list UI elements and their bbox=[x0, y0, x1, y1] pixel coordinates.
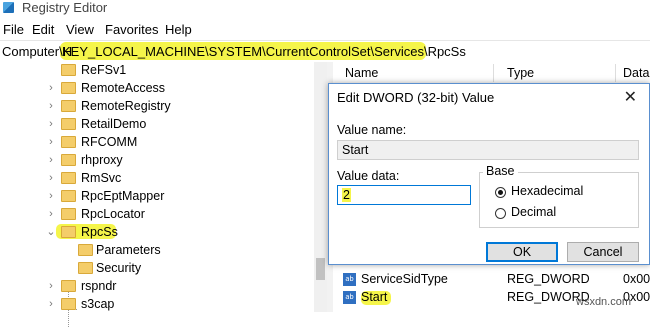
chevron-right-icon[interactable]: › bbox=[45, 280, 57, 292]
address-path: KEY_LOCAL_MACHINE\SYSTEM\CurrentControlS… bbox=[62, 44, 466, 59]
tree-item-label: RemoteRegistry bbox=[81, 99, 171, 113]
folder-icon bbox=[61, 118, 76, 130]
window-title: Registry Editor bbox=[22, 0, 108, 15]
tree-item-label: ReFSv1 bbox=[81, 63, 127, 77]
tree-item-rpcss[interactable]: ⌄ RpcSs bbox=[0, 224, 300, 242]
tree-item-label: rhproxy bbox=[81, 153, 123, 167]
list-item-servicesidtype[interactable]: ab ServiceSidType REG_DWORD 0x00 bbox=[333, 271, 650, 289]
tree-item-label: RetailDemo bbox=[81, 117, 147, 131]
value-type: REG_DWORD bbox=[507, 272, 590, 286]
menu-help[interactable]: Help bbox=[165, 22, 192, 37]
tree-item-label: RmSvc bbox=[81, 171, 122, 185]
tree-item-rhproxy[interactable]: › rhproxy bbox=[0, 152, 300, 170]
chevron-right-icon[interactable]: › bbox=[45, 136, 57, 148]
folder-icon bbox=[61, 136, 76, 148]
menu-favorites[interactable]: Favorites bbox=[105, 22, 158, 37]
registry-app-icon bbox=[3, 2, 14, 13]
column-divider[interactable] bbox=[615, 64, 616, 82]
tree-item-remoteregistry[interactable]: › RemoteRegistry bbox=[0, 98, 300, 116]
hexadecimal-radio[interactable] bbox=[495, 187, 506, 198]
watermark-text: wsxdn.com bbox=[576, 296, 632, 308]
column-header-type[interactable]: Type bbox=[507, 66, 534, 80]
folder-icon bbox=[61, 190, 76, 202]
tree-item-label: Security bbox=[96, 261, 142, 275]
column-header-data[interactable]: Data bbox=[623, 66, 649, 80]
folder-icon bbox=[61, 64, 76, 76]
dialog-title: Edit DWORD (32-bit) Value bbox=[337, 90, 495, 105]
tree-item-rmsvc[interactable]: › RmSvc bbox=[0, 170, 300, 188]
value-data-label: Value data: bbox=[337, 169, 400, 183]
chevron-right-icon[interactable]: › bbox=[45, 208, 57, 220]
tree-item-s3cap[interactable]: › s3cap bbox=[0, 296, 300, 314]
tree-item-label: s3cap bbox=[81, 297, 115, 311]
cancel-button[interactable]: Cancel bbox=[567, 242, 639, 262]
tree-item-refsv1[interactable]: ReFSv1 bbox=[0, 62, 300, 80]
chevron-right-icon[interactable]: › bbox=[45, 154, 57, 166]
tree-item-parameters[interactable]: Parameters bbox=[0, 242, 300, 260]
menu-file[interactable]: File bbox=[3, 22, 24, 37]
value-name: ServiceSidType bbox=[361, 272, 448, 286]
tree-item-rpclocator[interactable]: › RpcLocator bbox=[0, 206, 300, 224]
value-name-field: Start bbox=[337, 140, 639, 160]
folder-icon bbox=[61, 280, 76, 292]
chevron-right-icon[interactable]: › bbox=[45, 82, 57, 94]
value-name-text: Start bbox=[342, 143, 369, 157]
close-icon[interactable]: ✕ bbox=[624, 87, 637, 107]
address-bar[interactable]: Computer\H KEY_LOCAL_MACHINE\SYSTEM\Curr… bbox=[0, 40, 650, 63]
folder-icon bbox=[61, 298, 76, 310]
dword-value-icon: ab bbox=[343, 291, 356, 304]
folder-icon bbox=[61, 172, 76, 184]
folder-icon bbox=[78, 262, 93, 274]
chevron-right-icon[interactable]: › bbox=[45, 118, 57, 130]
folder-icon bbox=[61, 82, 76, 94]
ok-button[interactable]: OK bbox=[486, 242, 558, 262]
base-groupbox bbox=[479, 172, 639, 228]
folder-icon bbox=[61, 208, 76, 220]
column-divider[interactable] bbox=[493, 64, 494, 82]
folder-icon bbox=[61, 154, 76, 166]
decimal-label[interactable]: Decimal bbox=[511, 205, 556, 219]
menu-bar: File Edit View Favorites Help bbox=[0, 19, 650, 39]
value-data-text: 2 bbox=[342, 188, 351, 202]
base-label: Base bbox=[483, 164, 518, 178]
decimal-radio[interactable] bbox=[495, 208, 506, 219]
tree-item-label: rspndr bbox=[81, 279, 117, 293]
tree-item-label: RpcSs bbox=[81, 225, 118, 239]
tree-item-label: RemoteAccess bbox=[81, 81, 166, 95]
value-name: Start bbox=[361, 290, 388, 304]
tree-scrollbar[interactable] bbox=[314, 62, 327, 312]
tree-item-rspndr[interactable]: › rspndr bbox=[0, 278, 300, 296]
tree-item-label: Parameters bbox=[96, 243, 161, 257]
chevron-right-icon[interactable]: › bbox=[45, 190, 57, 202]
chevron-right-icon[interactable]: › bbox=[45, 172, 57, 184]
tree-item-label: RFCOMM bbox=[81, 135, 138, 149]
folder-icon bbox=[78, 244, 93, 256]
column-header-name[interactable]: Name bbox=[345, 66, 378, 80]
menu-edit[interactable]: Edit bbox=[32, 22, 54, 37]
edit-dword-dialog: Edit DWORD (32-bit) Value ✕ Value name: … bbox=[328, 83, 650, 265]
tree-item-remoteaccess[interactable]: › RemoteAccess bbox=[0, 80, 300, 98]
chevron-down-icon[interactable]: ⌄ bbox=[45, 226, 57, 238]
tree-item-rfcomm[interactable]: › RFCOMM bbox=[0, 134, 300, 152]
tree-item-rpceptmapper[interactable]: › RpcEptMapper bbox=[0, 188, 300, 206]
menu-view[interactable]: View bbox=[66, 22, 94, 37]
key-tree-pane: ReFSv1 › RemoteAccess › RemoteRegistry ›… bbox=[0, 62, 327, 327]
folder-icon bbox=[61, 100, 76, 112]
tree-item-label: RpcLocator bbox=[81, 207, 145, 221]
folder-icon bbox=[61, 226, 76, 238]
chevron-right-icon[interactable]: › bbox=[45, 298, 57, 310]
value-data-input[interactable]: 2 bbox=[337, 185, 471, 205]
value-name-label: Value name: bbox=[337, 123, 407, 137]
hexadecimal-label[interactable]: Hexadecimal bbox=[511, 184, 583, 198]
dword-value-icon: ab bbox=[343, 273, 356, 286]
tree-item-label: RpcEptMapper bbox=[81, 189, 165, 203]
value-data: 0x00 bbox=[623, 272, 650, 286]
scroll-thumb[interactable] bbox=[316, 258, 325, 280]
chevron-right-icon[interactable]: › bbox=[45, 100, 57, 112]
tree-item-security[interactable]: Security bbox=[0, 260, 300, 278]
title-bar: Registry Editor bbox=[0, 0, 650, 18]
tree-item-retaildemo[interactable]: › RetailDemo bbox=[0, 116, 300, 134]
